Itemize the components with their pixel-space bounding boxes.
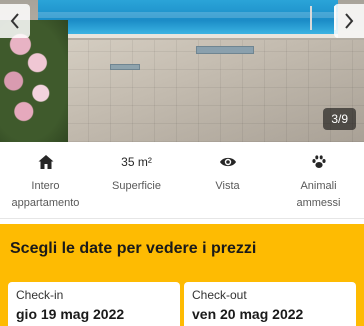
feature-label: Vista: [215, 180, 240, 192]
feature-apartment: Intero appartamento: [0, 142, 91, 218]
property-features: Intero appartamento 35 m² Superficie Vis…: [0, 142, 364, 218]
chevron-right-icon: [345, 13, 354, 29]
feature-label: Animali ammessi: [296, 180, 341, 209]
photo-counter: 3/9: [323, 108, 356, 130]
checkout-value: ven 20 mag 2022: [192, 306, 304, 322]
date-section-title: Scegli le date per vedere i prezzi: [10, 240, 257, 257]
feature-view: Vista: [182, 142, 273, 218]
checkin-value: gio 19 mag 2022: [16, 306, 125, 322]
area-value: 35 m²: [121, 155, 152, 169]
paw-icon: [311, 152, 327, 172]
chevron-left-icon: [10, 13, 19, 29]
checkin-label: Check-in: [16, 288, 64, 302]
feature-pets: Animali ammessi: [273, 142, 364, 218]
section-divider: [0, 218, 364, 219]
checkout-field[interactable]: Check-out ven 20 mag 2022: [184, 282, 356, 326]
next-photo-button[interactable]: [334, 4, 364, 38]
flower-bush: [0, 20, 68, 142]
feature-area: 35 m² Superficie: [91, 142, 182, 218]
feature-label: Superficie: [112, 180, 161, 192]
checkin-field[interactable]: Check-in gio 19 mag 2022: [8, 282, 180, 326]
date-picker-section: Scegli le date per vedere i prezzi Check…: [0, 224, 364, 326]
eye-icon: [219, 152, 237, 172]
property-photo[interactable]: 3/9: [0, 0, 364, 142]
previous-photo-button[interactable]: [0, 4, 30, 38]
checkout-label: Check-out: [192, 288, 247, 302]
pool-drain: [110, 64, 140, 70]
home-icon: [37, 152, 55, 172]
pool-drain: [196, 46, 254, 54]
feature-label: Intero appartamento: [11, 180, 80, 209]
pool-ladder: [310, 6, 336, 30]
swimming-pool: [38, 0, 338, 38]
